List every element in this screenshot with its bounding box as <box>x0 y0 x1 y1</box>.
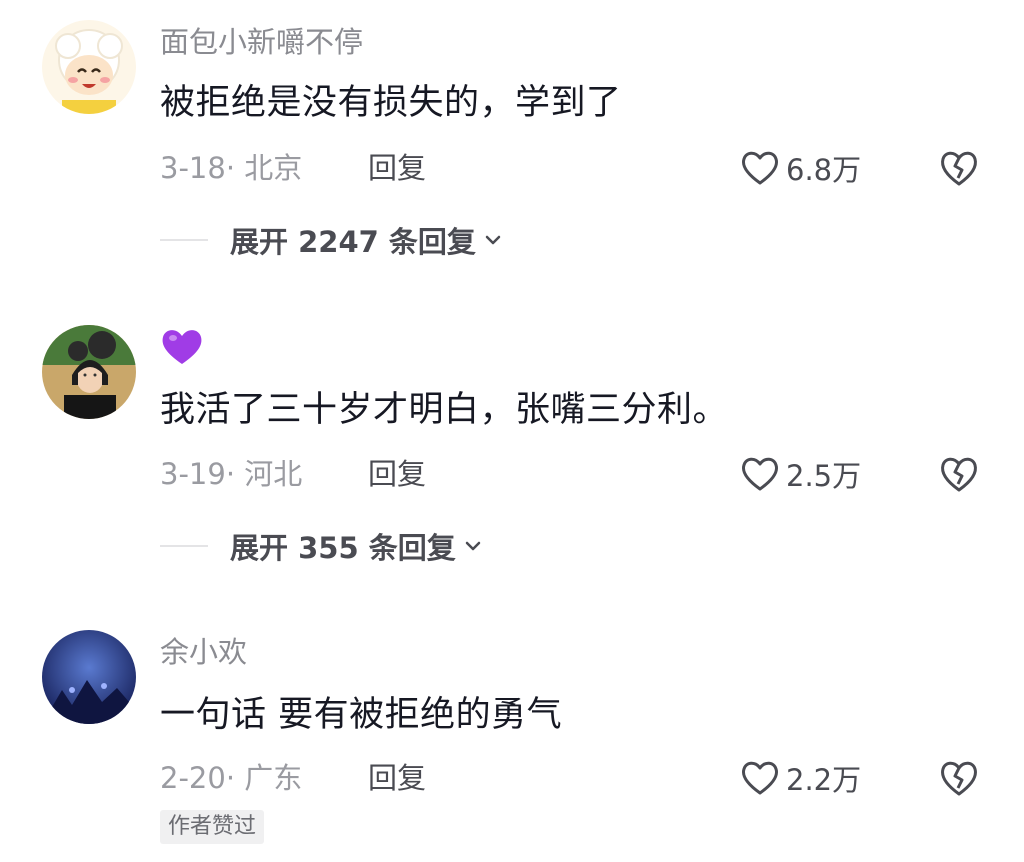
broken-heart-icon <box>941 761 977 796</box>
username[interactable]: 余小欢 <box>160 632 247 672</box>
comment-meta: 2-20· 广东 <box>160 761 303 795</box>
reply-button[interactable]: 回复 <box>368 758 426 798</box>
author-liked-badge: 作者赞过 <box>160 810 265 844</box>
heart-icon <box>742 761 778 795</box>
avatar[interactable] <box>42 630 136 724</box>
like-button[interactable]: 2.2万 <box>740 756 861 800</box>
comment-item: 余小欢 一句话 要有被拒绝的勇气 2-20· 广东 回复 2.2万 作者赞过 <box>0 0 1024 862</box>
dislike-button[interactable] <box>937 756 981 800</box>
comment-text: 一句话 要有被拒绝的勇气 <box>160 695 563 735</box>
like-count: 2.2万 <box>786 763 862 797</box>
